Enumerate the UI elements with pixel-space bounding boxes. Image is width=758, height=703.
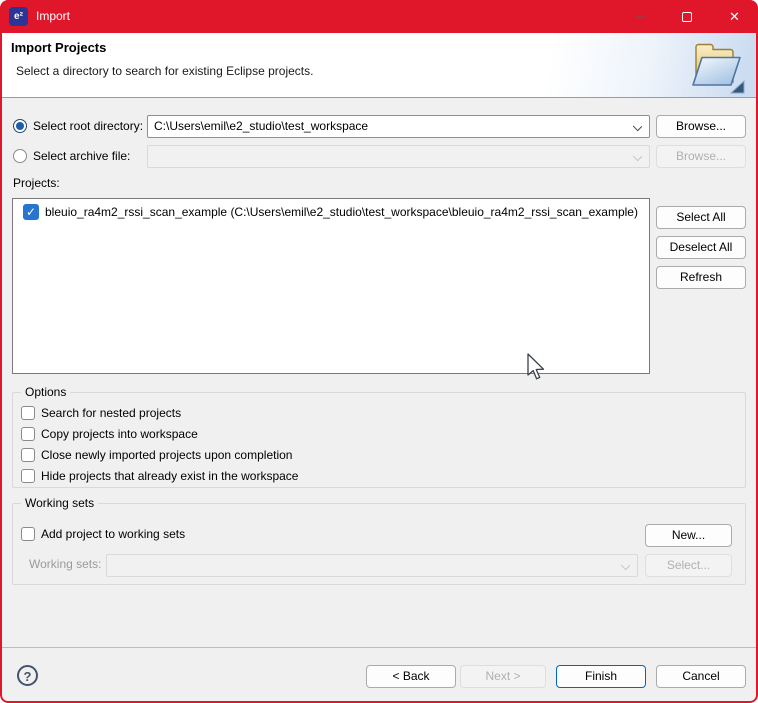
add-to-working-sets-label: Add project to working sets xyxy=(41,527,185,541)
import-folder-icon xyxy=(686,36,746,94)
option-label: Search for nested projects xyxy=(41,406,181,420)
projects-label: Projects: xyxy=(13,176,60,190)
window-titlebar[interactable]: e² Import ✕ xyxy=(0,0,758,33)
browse-archive-button[interactable]: Browse... xyxy=(656,145,746,168)
project-item-label: bleuio_ra4m2_rssi_scan_example (C:\Users… xyxy=(45,205,638,219)
option-label: Copy projects into workspace xyxy=(41,427,198,441)
cancel-button[interactable]: Cancel xyxy=(656,665,746,688)
mouse-cursor-icon xyxy=(526,353,546,381)
working-sets-field-label: Working sets: xyxy=(29,557,101,571)
project-checkbox[interactable]: ✓ xyxy=(23,204,39,220)
chevron-down-icon xyxy=(633,152,642,161)
copy-projects-checkbox[interactable] xyxy=(21,427,35,441)
add-to-working-sets-checkbox[interactable] xyxy=(21,527,35,541)
browse-root-button[interactable]: Browse... xyxy=(656,115,746,138)
footer-divider xyxy=(0,647,758,648)
minimize-icon xyxy=(635,16,646,18)
chevron-down-icon xyxy=(621,561,630,570)
root-directory-combobox[interactable]: C:\Users\emil\e2_studio\test_workspace xyxy=(147,115,650,138)
root-directory-value: C:\Users\emil\e2_studio\test_workspace xyxy=(154,119,368,133)
window-title: Import xyxy=(36,0,70,33)
archive-file-combobox[interactable] xyxy=(147,145,650,168)
minimize-button[interactable] xyxy=(617,0,663,33)
project-list-item[interactable]: ✓ bleuio_ra4m2_rssi_scan_example (C:\Use… xyxy=(13,203,649,223)
working-sets-legend: Working sets xyxy=(21,496,98,510)
back-button[interactable]: < Back xyxy=(366,665,456,688)
close-icon: ✕ xyxy=(729,10,740,23)
deselect-all-button[interactable]: Deselect All xyxy=(656,236,746,259)
nested-projects-checkbox[interactable] xyxy=(21,406,35,420)
page-title: Import Projects xyxy=(11,40,106,55)
root-directory-label: Select root directory: xyxy=(33,119,143,133)
option-label: Hide projects that already exist in the … xyxy=(41,469,298,483)
select-all-button[interactable]: Select All xyxy=(656,206,746,229)
archive-file-radio[interactable] xyxy=(13,149,27,163)
chevron-down-icon[interactable] xyxy=(633,122,642,131)
archive-file-label: Select archive file: xyxy=(33,149,130,163)
working-sets-combobox[interactable] xyxy=(106,554,638,577)
options-legend: Options xyxy=(21,385,70,399)
maximize-button[interactable] xyxy=(664,0,710,33)
maximize-icon xyxy=(682,12,692,22)
next-button[interactable]: Next > xyxy=(460,665,546,688)
working-sets-group: Working sets Add project to working sets… xyxy=(12,503,746,585)
refresh-button[interactable]: Refresh xyxy=(656,266,746,289)
close-button[interactable]: ✕ xyxy=(711,0,758,33)
help-button[interactable]: ? xyxy=(17,665,38,686)
dialog-header: Import Projects Select a directory to se… xyxy=(0,33,758,98)
root-directory-radio[interactable] xyxy=(13,119,27,133)
hide-existing-checkbox[interactable] xyxy=(21,469,35,483)
projects-list[interactable]: ✓ bleuio_ra4m2_rssi_scan_example (C:\Use… xyxy=(12,198,650,374)
options-group: Options Search for nested projects Copy … xyxy=(12,392,746,488)
option-label: Close newly imported projects upon compl… xyxy=(41,448,292,462)
close-imported-checkbox[interactable] xyxy=(21,448,35,462)
select-working-set-button[interactable]: Select... xyxy=(645,554,732,577)
new-working-set-button[interactable]: New... xyxy=(645,524,732,547)
import-dialog-window: e² Import ✕ Import Projects Select a dir… xyxy=(0,0,758,703)
page-subtitle: Select a directory to search for existin… xyxy=(16,64,313,78)
finish-button[interactable]: Finish xyxy=(556,665,646,688)
e2-studio-app-icon: e² xyxy=(9,7,28,26)
